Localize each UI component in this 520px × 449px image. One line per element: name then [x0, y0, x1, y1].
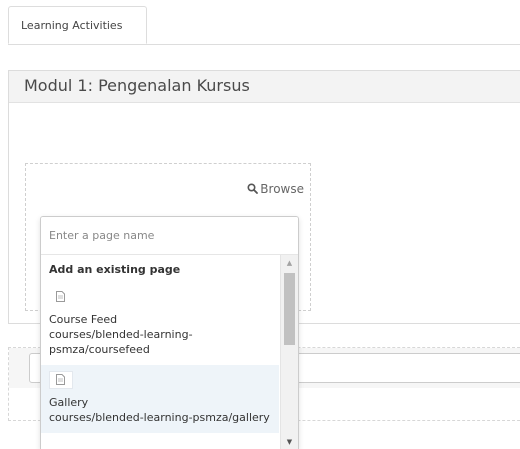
- page-icon: [49, 288, 73, 306]
- option-path: courses/blended-learning-psmza/coursefee…: [49, 328, 193, 356]
- page-option-course-feed[interactable]: Course Feed courses/blended-learning-psm…: [41, 282, 279, 365]
- module-header: Modul 1: Pengenalan Kursus: [9, 71, 520, 103]
- option-path: courses/blended-learning-psmza/gallery: [49, 411, 270, 424]
- page-picker-dropdown: Add an existing page Course Feed courses…: [40, 216, 299, 449]
- tab-bar-divider: [8, 44, 520, 45]
- browse-button[interactable]: Browse: [247, 182, 304, 196]
- scrollbar-thumb[interactable]: [284, 273, 295, 345]
- page-option-gallery[interactable]: Gallery courses/blended-learning-psmza/g…: [41, 365, 279, 433]
- options-scrollbar[interactable]: ▲ ▼: [280, 255, 298, 449]
- page-options-list: Add an existing page Course Feed courses…: [41, 255, 279, 449]
- tab-learning-activities[interactable]: Learning Activities: [8, 6, 147, 44]
- scroll-down-arrow-icon[interactable]: ▼: [281, 434, 298, 449]
- tab-bar: Learning Activities: [8, 0, 520, 45]
- option-name: Gallery: [49, 396, 89, 409]
- browse-label: Browse: [260, 182, 304, 196]
- tab-label: Learning Activities: [21, 19, 123, 32]
- search-icon: [247, 183, 259, 194]
- page-icon: [49, 371, 73, 389]
- option-name: Course Feed: [49, 313, 118, 326]
- scroll-up-arrow-icon[interactable]: ▲: [281, 255, 298, 271]
- option-group-label: Add an existing page: [49, 263, 181, 276]
- page-name-input[interactable]: [41, 217, 298, 255]
- module-title[interactable]: Modul 1: Pengenalan Kursus: [24, 76, 250, 95]
